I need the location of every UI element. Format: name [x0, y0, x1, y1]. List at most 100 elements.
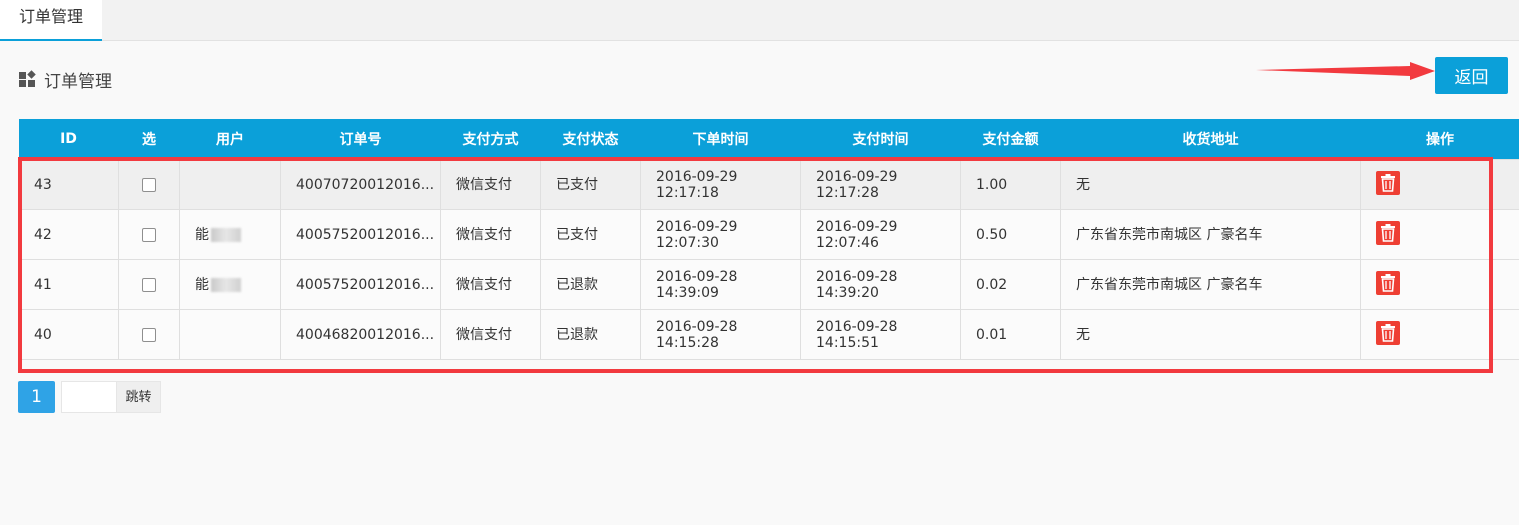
cell-pay-time: 2016-09-29 12:17:28: [800, 159, 961, 210]
annotation-arrow-icon: [1256, 62, 1435, 80]
cell-pay-time: 2016-09-28 14:39:20: [800, 259, 961, 310]
delete-button[interactable]: [1376, 320, 1400, 345]
cell-order-no: 40057520012016...: [280, 259, 441, 310]
delete-button[interactable]: [1376, 270, 1400, 295]
pay-clock: 12:07:46: [816, 234, 879, 251]
cell-select: [118, 209, 180, 260]
pay-date: 2016-09-29: [816, 218, 898, 235]
order-clock: 12:07:30: [656, 234, 719, 251]
column-header-select[interactable]: 选: [118, 119, 180, 160]
cell-id: 41: [18, 259, 119, 310]
cell-order-time: 2016-09-28 14:15:28: [640, 309, 801, 360]
cell-pay-method: 微信支付: [440, 209, 541, 260]
cell-select: [118, 259, 180, 310]
table-row[interactable]: 41 能 40057520012016... 微信支付 已退款 2016-09-…: [18, 259, 1519, 310]
row-checkbox[interactable]: [142, 177, 156, 192]
page-jump-button[interactable]: 跳转: [117, 381, 161, 413]
cell-user: [179, 309, 281, 360]
redacted-mask: [211, 277, 241, 292]
cell-actions: [1360, 209, 1519, 260]
pagination: 1 跳转: [18, 381, 161, 413]
column-header-amount[interactable]: 支付金额: [960, 119, 1061, 160]
page-header: 订单管理: [18, 66, 112, 92]
cell-order-time: 2016-09-29 12:07:30: [640, 209, 801, 260]
cell-pay-method: 微信支付: [440, 159, 541, 210]
cell-pay-status: 已退款: [540, 259, 641, 310]
cell-address: 广东省东莞市南城区 广豪名车: [1060, 209, 1361, 260]
delete-button[interactable]: [1376, 170, 1400, 195]
order-clock: 12:17:18: [656, 184, 719, 201]
user-name: 能: [195, 226, 209, 243]
cell-pay-method: 微信支付: [440, 309, 541, 360]
cell-amount: 1.00: [960, 159, 1061, 210]
column-header-order-no[interactable]: 订单号: [280, 119, 441, 160]
pay-date: 2016-09-28: [816, 318, 898, 335]
row-checkbox[interactable]: [142, 277, 156, 292]
column-header-pay-time[interactable]: 支付时间: [800, 119, 961, 160]
back-button[interactable]: 返回: [1435, 57, 1508, 94]
cell-order-no: 40057520012016...: [280, 209, 441, 260]
cell-id: 42: [18, 209, 119, 260]
tab-bar: 订单管理: [0, 0, 1519, 41]
column-header-address[interactable]: 收货地址: [1060, 119, 1361, 160]
trash-icon: [1381, 223, 1395, 242]
cell-pay-method: 微信支付: [440, 259, 541, 310]
cell-user: 能: [179, 209, 281, 260]
order-clock: 14:39:09: [656, 284, 719, 301]
cell-user: 能: [179, 259, 281, 310]
column-header-pay-method[interactable]: 支付方式: [440, 119, 541, 160]
tab-order-management[interactable]: 订单管理: [0, 0, 102, 41]
cell-actions: [1360, 159, 1519, 210]
cell-order-time: 2016-09-28 14:39:09: [640, 259, 801, 310]
order-date: 2016-09-28: [656, 318, 738, 335]
column-header-id[interactable]: ID: [18, 119, 119, 160]
cell-select: [118, 159, 180, 210]
row-checkbox[interactable]: [142, 327, 156, 342]
column-header-actions: 操作: [1360, 119, 1519, 160]
order-date: 2016-09-28: [656, 268, 738, 285]
trash-icon: [1381, 273, 1395, 292]
cell-actions: [1360, 259, 1519, 310]
delete-button[interactable]: [1376, 220, 1400, 245]
trash-icon: [1381, 173, 1395, 192]
cell-amount: 0.02: [960, 259, 1061, 310]
table-row[interactable]: 43 40070720012016... 微信支付 已支付 2016-09-29…: [18, 159, 1519, 210]
order-date: 2016-09-29: [656, 218, 738, 235]
pay-date: 2016-09-28: [816, 268, 898, 285]
user-name: 能: [195, 276, 209, 293]
dashboard-grid-icon: [19, 70, 36, 87]
cell-amount: 0.50: [960, 209, 1061, 260]
cell-order-no: 40070720012016...: [280, 159, 441, 210]
page-jump-input[interactable]: [61, 381, 117, 413]
cell-pay-time: 2016-09-29 12:07:46: [800, 209, 961, 260]
cell-id: 40: [18, 309, 119, 360]
order-date: 2016-09-29: [656, 168, 738, 185]
redacted-mask: [211, 227, 241, 242]
cell-id: 43: [18, 159, 119, 210]
row-checkbox[interactable]: [142, 227, 156, 242]
cell-pay-status: 已支付: [540, 159, 641, 210]
cell-order-no: 40046820012016...: [280, 309, 441, 360]
cell-actions: [1360, 309, 1519, 360]
page-number-button[interactable]: 1: [18, 381, 55, 413]
table-row[interactable]: 40 40046820012016... 微信支付 已退款 2016-09-28…: [18, 309, 1519, 360]
column-header-pay-status[interactable]: 支付状态: [540, 119, 641, 160]
cell-pay-status: 已支付: [540, 209, 641, 260]
pay-date: 2016-09-29: [816, 168, 898, 185]
cell-select: [118, 309, 180, 360]
trash-icon: [1381, 323, 1395, 342]
orders-table: ID 选 用户 订单号 支付方式 支付状态 下单时间 支付时间 支付金额 收货地…: [18, 119, 1519, 360]
cell-order-time: 2016-09-29 12:17:18: [640, 159, 801, 210]
cell-address: 无: [1060, 309, 1361, 360]
pay-clock: 14:39:20: [816, 284, 879, 301]
table-row[interactable]: 42 能 40057520012016... 微信支付 已支付 2016-09-…: [18, 209, 1519, 260]
cell-user: [179, 159, 281, 210]
cell-pay-status: 已退款: [540, 309, 641, 360]
column-header-order-time[interactable]: 下单时间: [640, 119, 801, 160]
pay-clock: 14:15:51: [816, 334, 879, 351]
cell-amount: 0.01: [960, 309, 1061, 360]
cell-address: 广东省东莞市南城区 广豪名车: [1060, 259, 1361, 310]
cell-address: 无: [1060, 159, 1361, 210]
pay-clock: 12:17:28: [816, 184, 879, 201]
column-header-user[interactable]: 用户: [179, 119, 281, 160]
